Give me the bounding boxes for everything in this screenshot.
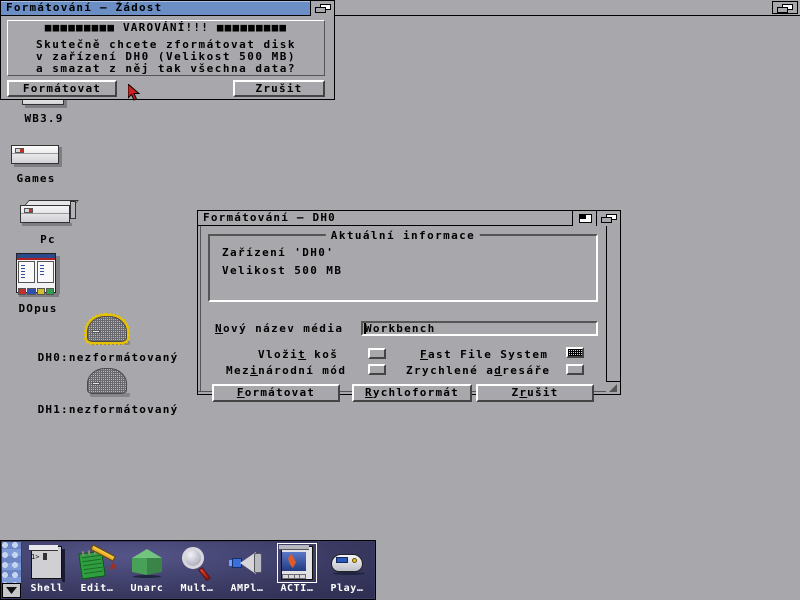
requester-message-line: Skutečně chcete zformátovat disk [36, 39, 296, 51]
desktop-icon-label: DH1:nezformátovaný [38, 403, 179, 416]
option-label-international: Mezinárodní mód [226, 364, 346, 377]
checkbox-dircache[interactable] [566, 364, 584, 375]
resize-gadget-icon [608, 384, 618, 393]
window-right-border [606, 226, 620, 394]
drive-icon [0, 143, 96, 167]
depth-gadget-icon [601, 214, 617, 223]
requester-titlebar[interactable]: Formátování – Žádost [1, 1, 334, 16]
requester-title: Formátování – Žádost [1, 1, 162, 15]
dock-item-label: AMPl… [222, 583, 272, 594]
dock-item-player[interactable]: Play… [322, 544, 372, 594]
requester-message-box: ■■■■■■■■■ VAROVÁNÍ!!! ■■■■■■■■■ Skutečně… [7, 20, 325, 76]
requester-depth-gadget[interactable] [310, 1, 334, 16]
requester-cancel-button[interactable]: Zrušit [233, 80, 325, 97]
format-window[interactable]: Formátování – DH0 Aktuální informace Zař… [197, 210, 621, 395]
dock-item-label: Play… [322, 583, 372, 594]
dock-item-amplifier[interactable]: AMPl… [222, 544, 272, 594]
dock-item-label: Shell [22, 583, 72, 594]
shell-icon: 1> [28, 544, 66, 582]
requester-confirm-button[interactable]: Formátovat [7, 80, 117, 97]
depth-gadget-icon [315, 4, 331, 13]
format-window-zoom-gadget[interactable] [572, 211, 596, 226]
depth-gadget-icon [777, 4, 793, 13]
option-label-dircache: Zrychlené adresáře [406, 364, 550, 377]
quick-format-button[interactable]: Rychloformát [352, 384, 472, 402]
checkbox-international[interactable] [368, 364, 386, 375]
dock-item-shell[interactable]: 1> Shell [22, 544, 72, 594]
player-icon [328, 544, 366, 582]
format-window-title: Formátování – DH0 [198, 211, 336, 225]
speaker-icon [228, 544, 266, 582]
format-window-depth-gadget[interactable] [596, 211, 620, 226]
dock-items: 1> Shell Edit… Unarc Mult… [22, 542, 374, 598]
media-name-input[interactable] [361, 321, 598, 336]
desktop-icon-label: DH0:nezformátovaný [38, 351, 179, 364]
requester-message-line: a smazat z něj tak všechna data? [36, 63, 296, 75]
format-button[interactable]: Formátovat [212, 384, 340, 402]
requester-buttonbar: Formátovat Zrušit [7, 80, 325, 96]
desktop-icon-pc[interactable]: Pc [0, 200, 108, 247]
mouse-cursor [128, 84, 142, 102]
cursor-arrow-icon [128, 84, 142, 102]
checkbox-fast-file-system[interactable] [566, 347, 584, 358]
dock[interactable]: 1> Shell Edit… Unarc Mult… [0, 540, 376, 600]
bad-disk-icon [18, 316, 198, 346]
info-size-text: Velikost 500 MB [222, 264, 342, 277]
text-caret [364, 323, 366, 334]
dock-item-label: Mult… [172, 583, 222, 594]
requester-message-line: v zařízení DH0 (Velikost 500 MB) [36, 51, 296, 63]
resize-gadget[interactable] [606, 381, 620, 394]
current-info-groupbox: Aktuální informace Zařízení 'DH0' Veliko… [208, 234, 598, 302]
desktop-icon-games[interactable]: Games [0, 143, 96, 186]
desktop-icon-dopus[interactable]: DOpus [0, 253, 98, 316]
program-icon [0, 253, 98, 297]
chevron-down-icon [6, 587, 17, 594]
media-name-label: Nový název média [215, 322, 343, 335]
desktop-icon-label: DOpus [18, 302, 57, 315]
editor-icon [78, 544, 116, 582]
checkbox-trash[interactable] [368, 348, 386, 359]
dock-item-label: Unarc [122, 583, 172, 594]
dock-item-unarc[interactable]: Unarc [122, 544, 172, 594]
window-left-border [198, 226, 201, 394]
magnifier-icon [178, 544, 216, 582]
dock-scroll-down-button[interactable] [2, 583, 21, 598]
requester-warning-line: ■■■■■■■■■ VAROVÁNÍ!!! ■■■■■■■■■ [45, 22, 288, 34]
dock-item-label: ACTI… [272, 583, 322, 594]
media-name-row: Nový název média [208, 321, 598, 336]
format-window-buttonbar: Formátovat Rychloformát Zrušit [212, 384, 594, 402]
desktop-icon-dh1-unformatted[interactable]: DH1:nezformátovaný [18, 368, 198, 417]
desktop-icon-label: Pc [40, 233, 56, 246]
picture-icon [278, 544, 316, 582]
desktop-icon-label: Games [16, 172, 55, 185]
format-cancel-button[interactable]: Zrušit [476, 384, 594, 402]
zoom-gadget-icon [579, 214, 592, 223]
drive-icon [0, 200, 108, 228]
desktop-icon-dh0-unformatted[interactable]: DH0:nezformátovaný [18, 316, 198, 365]
option-label-trash: Vložit koš [258, 348, 338, 361]
current-info-groupbox-label: Aktuální informace [326, 229, 480, 242]
info-device-text: Zařízení 'DH0' [222, 246, 334, 259]
dock-item-acti[interactable]: ACTI… [272, 544, 322, 594]
dock-item-editor[interactable]: Edit… [72, 544, 122, 594]
dock-item-label: Edit… [72, 583, 122, 594]
desktop-icon-label: WB3.9 [24, 112, 63, 125]
format-window-titlebar[interactable]: Formátování – DH0 [198, 211, 620, 226]
option-label-ffs: Fast File System [420, 348, 548, 361]
archive-icon [128, 544, 166, 582]
screen-depth-gadget[interactable] [772, 1, 798, 14]
bad-disk-icon [18, 368, 198, 398]
dock-item-multiview[interactable]: Mult… [172, 544, 222, 594]
warning-requester[interactable]: Formátování – Žádost ■■■■■■■■■ VAROVÁNÍ!… [0, 0, 335, 100]
